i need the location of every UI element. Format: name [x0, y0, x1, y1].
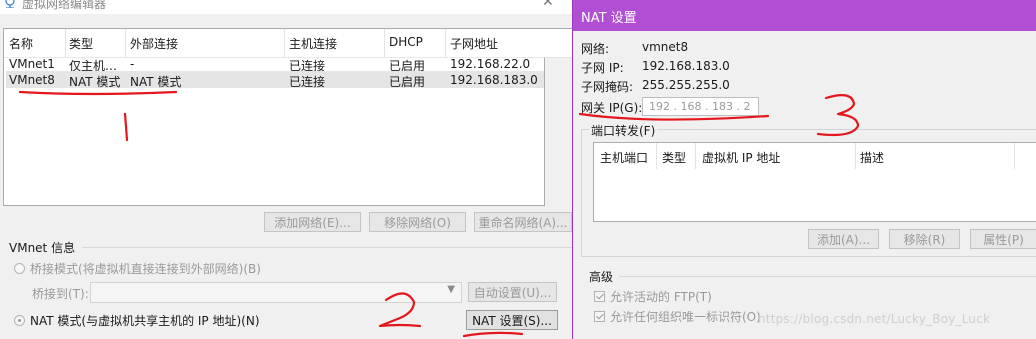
add-port-forward-button[interactable]: 添加(A)... [808, 229, 879, 249]
bridged-to-label: 桥接到(T): [32, 287, 89, 301]
column-divider[interactable] [65, 29, 66, 57]
nat-mode-radio[interactable] [14, 315, 25, 326]
advanced-label: 高级 [589, 270, 614, 284]
nat-mode-label[interactable]: NAT 模式(与虚拟机共享主机的 IP 地址)(N) [30, 312, 260, 329]
auto-settings-button[interactable]: 自动设置(U)... [468, 282, 557, 302]
bridged-to-select[interactable]: ▼ [90, 282, 462, 303]
subnet-mask-value: 255.255.255.0 [642, 78, 730, 92]
section-divider [82, 247, 572, 248]
port-forward-properties-button[interactable]: 属性(P) [970, 229, 1036, 249]
column-header-dhcp[interactable]: DHCP [389, 35, 423, 49]
cell-type: NAT 模式 [69, 75, 121, 89]
table-row[interactable]: VMnet1 仅主机… - 已连接 已启用 192.168.22.0 [4, 55, 544, 73]
column-divider[interactable] [445, 29, 446, 57]
column-header-name[interactable]: 名称 [9, 35, 33, 52]
subnet-ip-value: 192.168.183.0 [642, 59, 730, 73]
watermark-text: https://blog.csdn.net/Lucky_Boy_Luck [758, 312, 991, 326]
remove-network-button[interactable]: 移除网络(O) [369, 212, 466, 232]
subnet-ip-label: 子网 IP: [581, 61, 624, 75]
column-header-type[interactable]: 类型 [662, 149, 686, 166]
left-window-title: 虚拟网络编辑器 [22, 0, 107, 11]
cell-host: 已连接 [289, 75, 326, 89]
cell-name: VMnet8 [9, 73, 55, 87]
cell-subnet: 192.168.183.0 [450, 73, 538, 87]
column-header-type[interactable]: 类型 [69, 35, 93, 52]
gateway-ip-label: 网关 IP(G): [581, 101, 643, 115]
allow-ftp-checkbox[interactable] [594, 291, 605, 302]
allow-any-oui-checkbox[interactable] [594, 311, 605, 322]
nat-settings-window: NAT 设置 网络: vmnet8 子网 IP: 192.168.183.0 子… [572, 0, 1036, 339]
column-divider[interactable] [656, 143, 657, 169]
add-network-button[interactable]: 添加网络(E)... [264, 212, 361, 232]
virtual-network-editor-window: 虚拟网络编辑器 ✕ 名称 类型 外部连接 主机连接 DHCP 子网地址 VMne… [0, 0, 572, 339]
column-header-vm-ip[interactable]: 虚拟机 IP 地址 [702, 149, 780, 166]
bridged-mode-label[interactable]: 桥接模式(将虚拟机直接连接到外部网络)(B) [30, 260, 261, 277]
vmnet-info-label: VMnet 信息 [9, 241, 76, 255]
advanced-divider [619, 276, 1036, 277]
cell-dhcp: 已启用 [389, 75, 426, 89]
column-header-host-port[interactable]: 主机端口 [600, 149, 648, 166]
gateway-ip-input[interactable]: 192 . 168 . 183 . 2 [642, 97, 759, 116]
remove-port-forward-button[interactable]: 移除(R) [889, 229, 960, 249]
nat-settings-button[interactable]: NAT 设置(S)... [466, 310, 558, 330]
port-forwarding-table[interactable]: 主机端口 类型 虚拟机 IP 地址 描述 [593, 142, 1036, 222]
network-editor-icon [5, 0, 15, 8]
allow-any-oui-label[interactable]: 允许任何组织唯一标识符(O) [610, 308, 761, 325]
column-divider[interactable] [384, 29, 385, 57]
left-window-titlebar: 虚拟网络编辑器 ✕ [0, 0, 572, 14]
allow-ftp-label[interactable]: 允许活动的 FTP(T) [610, 288, 712, 305]
table-row-selected[interactable]: VMnet8 NAT 模式 NAT 模式 已连接 已启用 192.168.183… [4, 71, 544, 89]
close-icon[interactable]: ✕ [542, 0, 554, 10]
cell-subnet: 192.168.22.0 [450, 57, 531, 71]
nat-settings-title: NAT 设置 [581, 11, 637, 26]
column-header-subnet[interactable]: 子网地址 [450, 35, 498, 52]
cell-name: VMnet1 [9, 57, 55, 71]
table-header-filler [543, 28, 572, 58]
nat-settings-titlebar: NAT 设置 [573, 0, 1036, 31]
column-header-description[interactable]: 描述 [860, 149, 884, 166]
column-divider[interactable] [125, 29, 126, 57]
network-value: vmnet8 [642, 40, 689, 54]
network-label: 网络: [581, 42, 610, 56]
column-divider[interactable] [695, 143, 696, 169]
rename-network-button[interactable]: 重命名网络(A)... [474, 212, 572, 232]
column-divider[interactable] [284, 29, 285, 57]
subnet-mask-label: 子网掩码: [581, 80, 634, 94]
column-divider[interactable] [1014, 143, 1015, 169]
cell-external: - [130, 57, 135, 71]
chevron-down-icon: ▼ [447, 284, 455, 295]
column-header-host[interactable]: 主机连接 [289, 35, 337, 52]
column-divider[interactable] [855, 143, 856, 169]
column-header-external[interactable]: 外部连接 [130, 35, 178, 52]
network-table[interactable]: 名称 类型 外部连接 主机连接 DHCP 子网地址 VMnet1 仅主机… - … [3, 28, 545, 206]
cell-external: NAT 模式 [130, 75, 182, 89]
bridged-mode-radio[interactable] [14, 263, 25, 274]
port-forwarding-label: 端口转发(F) [589, 122, 658, 139]
